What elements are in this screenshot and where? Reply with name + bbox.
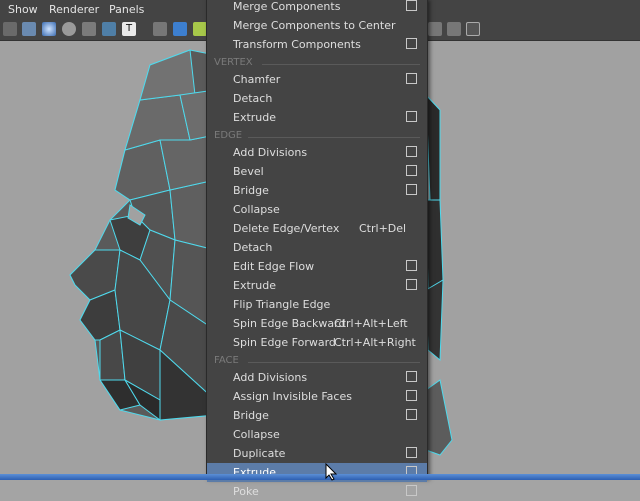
os-taskbar (0, 474, 640, 480)
menu-item-label: Extrude (233, 279, 277, 292)
menu-item-label: Merge Components (233, 0, 341, 13)
menu-item-label: Collapse (233, 203, 280, 216)
option-box-icon[interactable] (406, 447, 417, 458)
menu-item-bevel[interactable]: Bevel (207, 162, 427, 181)
menu-item-label: Extrude (233, 111, 277, 124)
section-label: FACE (214, 355, 239, 366)
option-box-icon[interactable] (406, 146, 417, 157)
menu-item-spin-edge-forward[interactable]: Spin Edge Forward Ctrl+Alt+Right (207, 333, 427, 352)
section-divider (248, 362, 420, 363)
menu-item-edit-edge-flow[interactable]: Edit Edge Flow (207, 257, 427, 276)
texture-icon[interactable]: T (122, 22, 136, 36)
menu-item-extrude[interactable]: Extrude (207, 276, 427, 295)
menu-item-label: Delete Edge/Vertex (233, 222, 340, 235)
section-label: EDGE (214, 130, 243, 141)
menu-item-duplicate[interactable]: Duplicate (207, 444, 427, 463)
menu-item-transform-components[interactable]: Transform Components (207, 35, 427, 54)
menu-item-chamfer[interactable]: Chamfer (207, 70, 427, 89)
menu-item-label: Add Divisions (233, 371, 308, 384)
menu-item-poke[interactable]: Poke (207, 482, 427, 501)
menu-item-label: Poke (233, 485, 259, 498)
lights-icon[interactable] (102, 22, 116, 36)
menu-item-label: Edit Edge Flow (233, 260, 315, 273)
menu-item-label: Merge Components to Center (233, 19, 396, 32)
menu-item-detach[interactable]: Detach (207, 238, 427, 257)
menu-item-label: Transform Components (233, 38, 361, 51)
section-label: VERTEX (214, 57, 253, 68)
sphere-shaded-icon[interactable] (42, 22, 56, 36)
section-divider (262, 64, 420, 65)
option-box-icon[interactable] (406, 279, 417, 290)
menu-item-detach[interactable]: Detach (207, 89, 427, 108)
menu-item-label: Flip Triangle Edge (233, 298, 331, 311)
menu-item-label: Chamfer (233, 73, 281, 86)
menu-item-label: Add Divisions (233, 146, 308, 159)
option-box-icon[interactable] (406, 485, 417, 496)
menu-item-label: Bridge (233, 409, 269, 422)
menu-item-spin-edge-backward[interactable]: Spin Edge Backward Ctrl+Alt+Left (207, 314, 427, 333)
xray-icon[interactable] (82, 22, 96, 36)
menu-item-add-divisions[interactable]: Add Divisions (207, 143, 427, 162)
sphere-flat-icon[interactable] (62, 22, 76, 36)
grid-icon[interactable] (22, 22, 36, 36)
menu-item-label: Detach (233, 92, 273, 105)
share-icon[interactable] (466, 22, 480, 36)
option-box-icon[interactable] (406, 390, 417, 401)
shortcut-label: Ctrl+Del (359, 222, 407, 235)
section-header-edge: EDGE (214, 130, 420, 144)
option-box-icon[interactable] (406, 371, 417, 382)
shortcut-label: Ctrl+Alt+Left (334, 317, 408, 330)
menu-panels[interactable]: Panels (109, 3, 144, 16)
menu-item-label: Spin Edge Backward (233, 317, 346, 330)
menu-item-assign-invisible-faces[interactable]: Assign Invisible Faces (207, 387, 427, 406)
edit-mesh-menu: Merge Components Merge Components to Cent… (206, 0, 428, 498)
menu-item-merge-components[interactable]: Merge Components (207, 0, 427, 16)
option-box-icon[interactable] (406, 165, 417, 176)
menu-item-collapse[interactable]: Collapse (207, 425, 427, 444)
menu-item-merge-components-to-center[interactable]: Merge Components to Center (207, 16, 427, 35)
menu-item-collapse[interactable]: Collapse (207, 200, 427, 219)
menu-item-label: Collapse (233, 428, 280, 441)
menu-item-delete-edge-vertex[interactable]: Delete Edge/Vertex Ctrl+Del (207, 219, 427, 238)
section-divider (248, 137, 420, 138)
menu-show[interactable]: Show (8, 3, 38, 16)
cube-wire-icon[interactable] (153, 22, 167, 36)
menu-item-bridge[interactable]: Bridge (207, 181, 427, 200)
menu-item-label: Bridge (233, 184, 269, 197)
option-box-icon[interactable] (406, 111, 417, 122)
isolate-icon[interactable] (428, 22, 442, 36)
menu-item-label: Bevel (233, 165, 264, 178)
menu-item-label: Spin Edge Forward (233, 336, 336, 349)
cube-shaded-icon[interactable] (173, 22, 187, 36)
menu-renderer[interactable]: Renderer (49, 3, 99, 16)
menu-item-bridge[interactable]: Bridge (207, 406, 427, 425)
option-box-icon[interactable] (406, 260, 417, 271)
mouse-cursor-icon (325, 463, 338, 481)
select-icon[interactable] (193, 22, 207, 36)
option-box-icon[interactable] (406, 38, 417, 49)
section-header-vertex: VERTEX (214, 57, 420, 71)
menu-item-add-divisions[interactable]: Add Divisions (207, 368, 427, 387)
option-box-icon[interactable] (406, 409, 417, 420)
menu-item-flip-triangle-edge[interactable]: Flip Triangle Edge (207, 295, 427, 314)
menu-item-extrude[interactable]: Extrude (207, 108, 427, 127)
option-box-icon[interactable] (406, 0, 417, 11)
menu-item-label: Detach (233, 241, 273, 254)
shortcut-label: Ctrl+Alt+Right (334, 336, 416, 349)
menu-item-label: Assign Invisible Faces (233, 390, 352, 403)
menu-item-label: Duplicate (233, 447, 286, 460)
layout-icon[interactable] (447, 22, 461, 36)
option-box-icon[interactable] (406, 184, 417, 195)
section-header-face: FACE (214, 355, 420, 369)
option-box-icon[interactable] (406, 73, 417, 84)
wireframe-shaded-icon[interactable] (3, 22, 17, 36)
